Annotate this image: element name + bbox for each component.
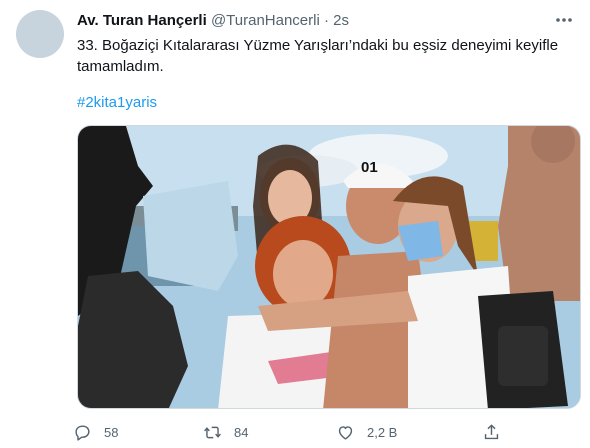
hashtag-link[interactable]: #2kita1yaris — [77, 93, 157, 113]
more-horizontal-icon[interactable] — [552, 10, 576, 30]
avatar[interactable] — [16, 10, 64, 58]
tweet-text: 33. Boğaziçi Kıtalararası Yüzme Yarışlar… — [77, 37, 559, 75]
tweet-card[interactable]: Av. Turan Hançerli @TuranHancerli · 2s 3… — [0, 0, 590, 448]
tweet-header: Av. Turan Hançerli @TuranHancerli · 2s — [77, 12, 550, 30]
meta-separator: · — [323, 12, 329, 29]
cap-number: 01 — [361, 159, 378, 176]
share-icon — [484, 423, 499, 439]
tweet-timestamp[interactable]: 2s — [333, 12, 349, 29]
retweet-icon — [204, 426, 221, 438]
like-count: 2,2 B — [367, 424, 398, 440]
photo-illustration: 01 — [78, 126, 580, 408]
tweet-actions: 58 84 2,2 B — [73, 420, 513, 444]
author-handle[interactable]: @TuranHancerli — [211, 12, 320, 29]
heart-icon — [338, 425, 353, 440]
author-display-name[interactable]: Av. Turan Hançerli — [77, 12, 207, 29]
reply-count: 58 — [104, 424, 119, 440]
reply-button[interactable]: 58 — [73, 420, 118, 444]
like-button[interactable]: 2,2 B — [336, 420, 397, 444]
tweet-photo[interactable]: 01 — [77, 125, 581, 409]
share-button[interactable] — [482, 420, 501, 444]
retweet-count: 84 — [234, 424, 249, 440]
reply-icon — [75, 424, 90, 441]
retweet-button[interactable]: 84 — [203, 420, 248, 444]
